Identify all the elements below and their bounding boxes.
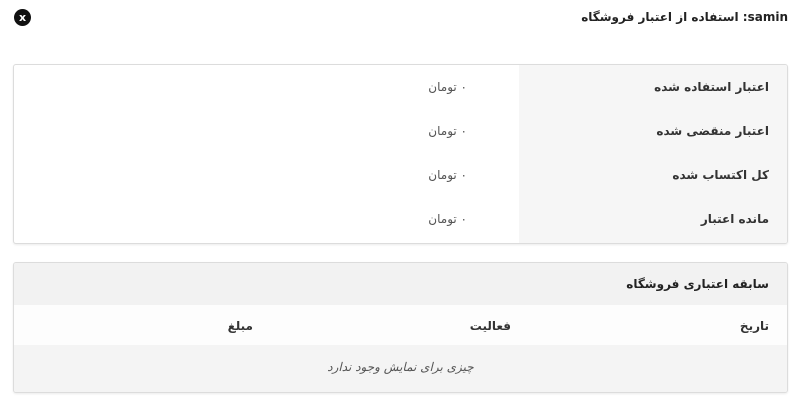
- summary-label-cell: کل اکتساب شده: [519, 153, 787, 197]
- summary-label-cell: اعتبار منقضی شده: [519, 109, 787, 153]
- history-table-header: تاریخ فعالیت مبلغ: [14, 305, 787, 345]
- summary-row-balance: مانده اعتبار ۰ تومان: [14, 197, 787, 243]
- column-header-activity: فعالیت: [469, 319, 511, 333]
- summary-row-expired: اعتبار منقضی شده ۰ تومان: [14, 109, 787, 153]
- credit-summary-panel: اعتبار استفاده شده ۰ تومان اعتبار منقضی …: [13, 64, 788, 244]
- summary-value: ۰ تومان: [428, 80, 467, 94]
- close-button[interactable]: x: [14, 9, 31, 26]
- empty-state-message: چیزی برای نمایش وجود ندارد: [327, 360, 474, 374]
- summary-label: اعتبار استفاده شده: [654, 80, 769, 94]
- credit-history-panel: سابقه اعتباری فروشگاه تاریخ فعالیت مبلغ …: [13, 262, 788, 393]
- history-title: سابقه اعتباری فروشگاه: [626, 277, 769, 291]
- column-header-date: تاریخ: [739, 319, 769, 333]
- summary-label: مانده اعتبار: [700, 212, 769, 226]
- close-icon: x: [18, 10, 27, 24]
- history-title-bar: سابقه اعتباری فروشگاه: [14, 263, 787, 305]
- summary-value: ۰ تومان: [428, 124, 467, 138]
- dialog-header: samin: استفاده از اعتبار فروشگاه x: [0, 0, 802, 36]
- summary-label: اعتبار منقضی شده: [656, 124, 769, 138]
- summary-label-cell: مانده اعتبار: [519, 197, 787, 243]
- column-header-amount: مبلغ: [227, 319, 253, 333]
- summary-label-cell: اعتبار استفاده شده: [519, 65, 787, 109]
- summary-value: ۰ تومان: [428, 168, 467, 182]
- dialog-title: samin: استفاده از اعتبار فروشگاه: [581, 10, 788, 24]
- summary-row-total-earned: کل اکتساب شده ۰ تومان: [14, 153, 787, 197]
- summary-value: ۰ تومان: [428, 212, 467, 226]
- summary-label: کل اکتساب شده: [672, 168, 769, 182]
- history-empty-row: چیزی برای نمایش وجود ندارد: [14, 345, 787, 392]
- summary-row-used: اعتبار استفاده شده ۰ تومان: [14, 65, 787, 109]
